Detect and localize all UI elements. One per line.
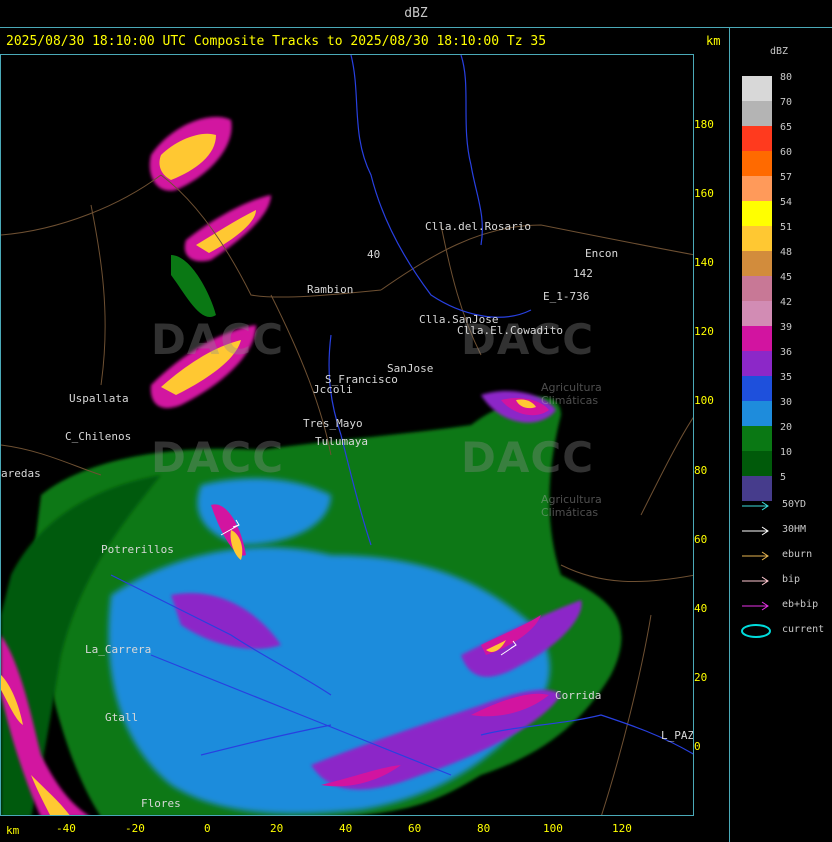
legend-track-icon-eburn xyxy=(742,551,769,561)
legend-label-42: 42 xyxy=(780,297,793,308)
radar-map[interactable]: DACC DACC DACC DACC Agricultura Climática… xyxy=(0,54,694,816)
legend-label-51: 51 xyxy=(780,222,793,233)
place-tulumaya: Tulumaya xyxy=(315,435,368,448)
legend-label-39: 39 xyxy=(780,322,793,333)
legend-label-30: 30 xyxy=(780,397,793,408)
legend-swatch-36 xyxy=(742,351,772,376)
legend-title: dBZ xyxy=(770,46,789,57)
legend-label-48: 48 xyxy=(780,247,793,258)
watermark-sub-2: Agricultura Climáticas xyxy=(541,493,602,519)
legend-swatch-35 xyxy=(742,376,772,401)
legend-label-35: 35 xyxy=(780,372,793,383)
legend-track-label-eburn: eburn xyxy=(782,549,813,560)
x-tick-m40: -40 xyxy=(56,822,76,835)
place-sanjose: SanJose xyxy=(387,362,434,375)
legend-swatch-65 xyxy=(742,126,772,151)
legend-label-45: 45 xyxy=(780,272,793,283)
x-tick-20: 20 xyxy=(270,822,284,835)
y-tick-60: 60 xyxy=(694,533,708,546)
y-tick-0: 0 xyxy=(694,740,701,753)
x-tick-120: 120 xyxy=(612,822,632,835)
legend-swatch-54 xyxy=(742,201,772,226)
watermark-dacc-4: DACC xyxy=(461,433,595,482)
x-tick-100: 100 xyxy=(543,822,563,835)
x-tick-60: 60 xyxy=(408,822,422,835)
legend-track-label-eb+bip: eb+bip xyxy=(782,599,819,610)
place-ccolli: Jccoli xyxy=(313,383,353,396)
legend-label-10: 10 xyxy=(780,447,793,458)
place-l-paz: L_PAZ xyxy=(661,729,694,742)
place-c-chilenos: C_Chilenos xyxy=(65,430,132,443)
place-encon: Encon xyxy=(585,247,619,260)
legend-swatch-60 xyxy=(742,151,772,176)
place-la-carrera: La_Carrera xyxy=(85,643,152,656)
y-tick-160: 160 xyxy=(694,187,714,200)
place-clla-del-rosario: Clla.del.Rosario xyxy=(425,220,531,233)
place-tres-mayo: Tres_Mayo xyxy=(303,417,363,430)
top-bar-title: dBZ xyxy=(404,6,428,21)
y-axis: 180 160 140 120 100 80 60 40 20 0 xyxy=(694,28,730,842)
legend-swatch-80 xyxy=(742,76,772,101)
legend-swatch-39 xyxy=(742,326,772,351)
watermark-dacc-3: DACC xyxy=(151,433,285,482)
legend-track-icon-bip xyxy=(742,576,769,586)
place-potrerillos: Potrerillos xyxy=(101,543,174,556)
x-tick-40: 40 xyxy=(339,822,353,835)
header-timestamp: 2025/08/30 18:10:00 UTC Composite Tracks… xyxy=(6,34,547,49)
legend-label-20: 20 xyxy=(780,422,793,433)
x-tick-0: 0 xyxy=(204,822,211,835)
y-tick-120: 120 xyxy=(694,325,714,338)
watermark-dacc-1: DACC xyxy=(151,315,285,364)
place-uspallata: Uspallata xyxy=(69,392,129,405)
legend-swatch-45 xyxy=(742,276,772,301)
legend-label-60: 60 xyxy=(780,147,793,158)
legend-label-80: 80 xyxy=(780,72,793,83)
legend-swatch-48 xyxy=(742,251,772,276)
legend-swatch-51 xyxy=(742,226,772,251)
legend-swatch-70 xyxy=(742,101,772,126)
legend-swatch-57 xyxy=(742,176,772,201)
place-rambion: Rambion xyxy=(307,283,354,296)
dbz-legend: dBZ 80 70 65 60 57 54 51 48 45 42 39 36 35 30 20 10 5 50… xyxy=(730,28,832,842)
y-tick-180: 180 xyxy=(694,118,714,131)
legend-track-icon-50YD xyxy=(742,501,769,511)
place-e-1-736: E_1-736 xyxy=(543,290,590,303)
y-tick-20: 20 xyxy=(694,671,708,684)
x-tick-80: 80 xyxy=(477,822,491,835)
legend-track-label-30HM: 30HM xyxy=(782,524,807,535)
x-axis-unit: km xyxy=(6,824,20,837)
place-aredas: aredas xyxy=(1,467,41,480)
legend-label-5: 5 xyxy=(780,472,787,483)
y-tick-100: 100 xyxy=(694,394,714,407)
legend-label-70: 70 xyxy=(780,97,793,108)
top-bar: dBZ xyxy=(0,0,832,28)
place-route-142: 142 xyxy=(573,267,593,280)
place-clla-el-cowadito: Clla.El.Cowadito xyxy=(457,324,563,337)
y-tick-40: 40 xyxy=(694,602,708,615)
legend-swatch-10 xyxy=(742,451,772,476)
place-route-40: 40 xyxy=(367,248,381,261)
y-tick-140: 140 xyxy=(694,256,714,269)
legend-track-label-bip: bip xyxy=(782,574,801,585)
place-flores: Flores xyxy=(141,797,181,810)
watermark-sub-1: Agricultura Climáticas xyxy=(541,381,602,407)
legend-track-icon-eb+bip xyxy=(742,601,769,611)
place-corrida: Corrida xyxy=(555,689,602,702)
legend-track-icon-current xyxy=(741,624,771,638)
legend-label-54: 54 xyxy=(780,197,793,208)
y-tick-80: 80 xyxy=(694,464,708,477)
legend-track-icon-30HM xyxy=(742,526,769,536)
legend-label-36: 36 xyxy=(780,347,793,358)
x-tick-m20: -20 xyxy=(125,822,145,835)
legend-label-57: 57 xyxy=(780,172,793,183)
legend-label-65: 65 xyxy=(780,122,793,133)
place-gtall: Gtall xyxy=(105,711,139,724)
legend-swatch-30 xyxy=(742,401,772,426)
legend-swatch-20 xyxy=(742,426,772,451)
legend-swatch-42 xyxy=(742,301,772,326)
legend-track-label-current: current xyxy=(782,624,825,635)
legend-track-label-50YD: 50YD xyxy=(782,499,807,510)
